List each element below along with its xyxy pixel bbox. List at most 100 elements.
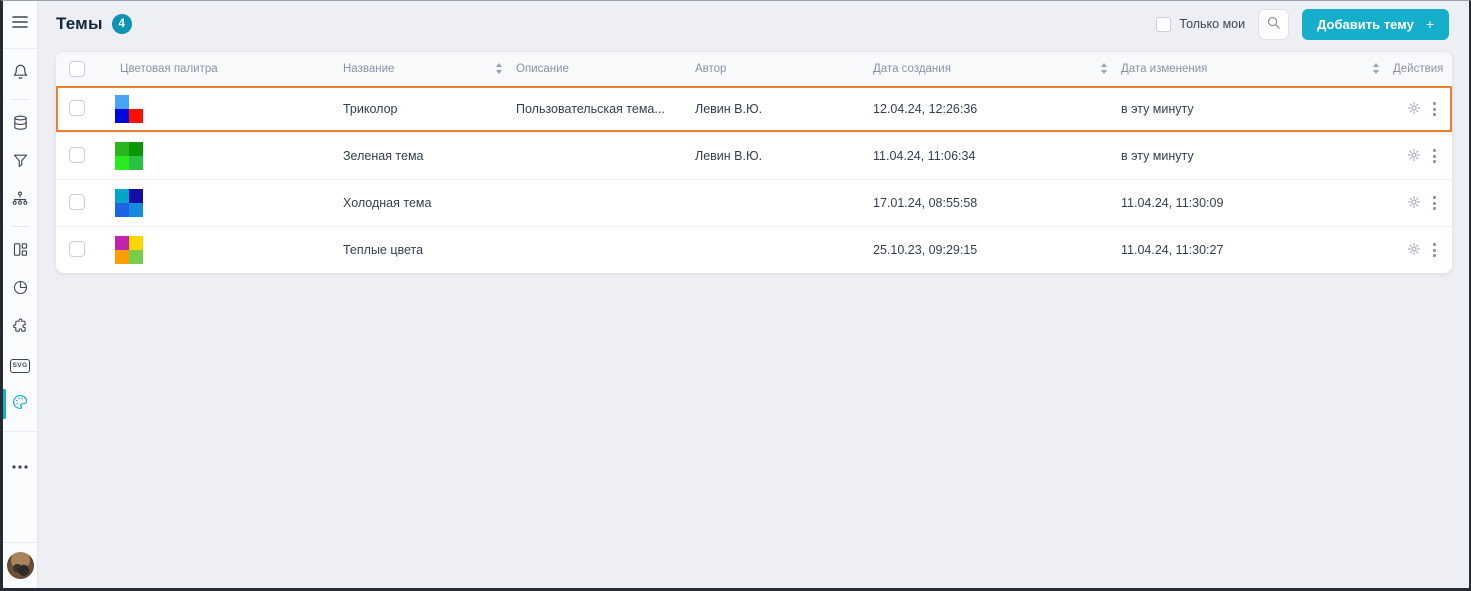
- cell-modified: 11.04.24, 11:30:27: [1121, 243, 1393, 257]
- bell-icon: [12, 63, 29, 86]
- palette-color: [129, 203, 143, 217]
- plus-icon: +: [1426, 16, 1434, 32]
- cell-modified: 11.04.24, 11:30:09: [1121, 196, 1393, 210]
- sidebar-divider: [3, 48, 38, 49]
- color-palette-swatch: [115, 142, 143, 170]
- sidebar-item-database[interactable]: [3, 106, 38, 144]
- main-content: Темы 4 Только мои Добавить тему +: [39, 1, 1469, 588]
- cell-actions: [1393, 242, 1452, 259]
- sidebar-item-themes-palette[interactable]: [3, 385, 38, 423]
- sidebar-item-plugins[interactable]: [3, 309, 38, 347]
- row-checkbox-cell: [56, 147, 107, 166]
- row-checkbox-cell: [56, 194, 107, 213]
- cell-palette: [107, 189, 343, 217]
- palette-color: [115, 142, 129, 156]
- row-checkbox[interactable]: [69, 194, 85, 210]
- kebab-menu-icon: [1433, 196, 1436, 210]
- palette-color: [115, 203, 129, 217]
- column-header-name[interactable]: Название: [343, 63, 516, 75]
- column-header-author: Автор: [695, 63, 873, 75]
- cell-modified: в эту минуту: [1121, 102, 1393, 116]
- palette-color: [115, 95, 129, 109]
- cell-created: 12.04.24, 12:26:36: [873, 102, 1121, 116]
- palette-color: [115, 109, 129, 123]
- kebab-menu-icon: [1433, 149, 1436, 163]
- column-header-created-label: Дата создания: [873, 63, 951, 75]
- table-row[interactable]: Зеленая тема Левин В.Ю. 11.04.24, 11:06:…: [56, 132, 1452, 179]
- column-header-modified[interactable]: Дата изменения: [1121, 63, 1393, 75]
- row-menu-button[interactable]: [1433, 102, 1436, 116]
- user-profile[interactable]: [3, 542, 38, 588]
- only-mine-checkbox[interactable]: [1156, 17, 1171, 32]
- cell-actions: [1393, 101, 1452, 118]
- sidebar-divider: [11, 99, 30, 100]
- sort-icon[interactable]: [1101, 63, 1107, 74]
- themes-table: Цветовая палитра Название Описание Автор…: [56, 52, 1452, 273]
- sort-icon[interactable]: [1373, 63, 1379, 74]
- column-header-modified-label: Дата изменения: [1121, 63, 1207, 75]
- sort-icon[interactable]: [496, 63, 502, 74]
- org-chart-icon: [11, 190, 29, 212]
- cell-description: Пользовательская тема...: [516, 102, 695, 116]
- select-all-checkbox[interactable]: [69, 61, 85, 77]
- only-mine-label: Только мои: [1179, 17, 1245, 31]
- search-button[interactable]: [1258, 9, 1289, 40]
- settings-button[interactable]: [1407, 148, 1421, 165]
- kebab-menu-icon: [1433, 102, 1436, 116]
- app-window: SVG Темы 4 Только мои: [0, 0, 1471, 591]
- settings-button[interactable]: [1407, 101, 1421, 118]
- dashboard-layout-icon: [12, 241, 29, 263]
- add-theme-button[interactable]: Добавить тему +: [1302, 9, 1449, 40]
- sidebar-item-hierarchy[interactable]: [3, 182, 38, 220]
- table-row[interactable]: Триколор Пользовательская тема... Левин …: [56, 85, 1452, 132]
- page-header: Темы 4 Только мои Добавить тему +: [39, 1, 1469, 47]
- cell-name: Триколор: [343, 102, 516, 116]
- select-all-cell: [56, 61, 107, 77]
- palette-icon: [11, 393, 29, 416]
- count-badge: 4: [112, 14, 132, 34]
- column-header-created[interactable]: Дата создания: [873, 63, 1121, 75]
- sidebar-item-more[interactable]: [3, 446, 38, 484]
- sidebar-item-pie-chart[interactable]: [3, 271, 38, 309]
- row-checkbox-cell: [56, 241, 107, 260]
- sidebar-item-notifications[interactable]: [3, 55, 38, 93]
- sidebar-item-svg[interactable]: SVG: [3, 347, 38, 385]
- palette-color: [129, 236, 143, 250]
- sidebar-item-menu[interactable]: [3, 1, 38, 48]
- row-menu-button[interactable]: [1433, 196, 1436, 210]
- cell-author: Левин В.Ю.: [695, 102, 873, 116]
- settings-button[interactable]: [1407, 195, 1421, 212]
- pie-chart-icon: [12, 279, 29, 301]
- settings-button[interactable]: [1407, 242, 1421, 259]
- sidebar-item-filter[interactable]: [3, 144, 38, 182]
- table-row[interactable]: Теплые цвета 25.10.23, 09:29:15 11.04.24…: [56, 226, 1452, 273]
- sidebar-divider: [3, 431, 38, 432]
- gear-icon: [1407, 148, 1421, 165]
- cell-name: Зеленая тема: [343, 149, 516, 163]
- cell-modified: в эту минуту: [1121, 149, 1393, 163]
- row-checkbox[interactable]: [69, 241, 85, 257]
- column-header-description: Описание: [516, 63, 695, 75]
- only-mine-toggle[interactable]: Только мои: [1156, 17, 1245, 32]
- cell-created: 11.04.24, 11:06:34: [873, 149, 1121, 163]
- sidebar-item-layout[interactable]: [3, 233, 38, 271]
- row-checkbox[interactable]: [69, 100, 85, 116]
- palette-color: [129, 189, 143, 203]
- kebab-menu-icon: [1433, 243, 1436, 257]
- user-avatar[interactable]: [7, 552, 34, 579]
- table-row[interactable]: Холодная тема 17.01.24, 08:55:58 11.04.2…: [56, 179, 1452, 226]
- palette-color: [115, 250, 129, 264]
- sidebar-divider: [11, 226, 30, 227]
- row-checkbox[interactable]: [69, 147, 85, 163]
- cell-created: 25.10.23, 09:29:15: [873, 243, 1121, 257]
- page-title: Темы: [56, 14, 103, 34]
- column-header-actions: Действия: [1393, 63, 1452, 75]
- gear-icon: [1407, 195, 1421, 212]
- filter-funnel-icon: [12, 152, 29, 174]
- cell-palette: [107, 95, 343, 123]
- row-menu-button[interactable]: [1433, 149, 1436, 163]
- cell-actions: [1393, 195, 1452, 212]
- add-theme-label: Добавить тему: [1317, 17, 1414, 32]
- row-menu-button[interactable]: [1433, 243, 1436, 257]
- cell-palette: [107, 142, 343, 170]
